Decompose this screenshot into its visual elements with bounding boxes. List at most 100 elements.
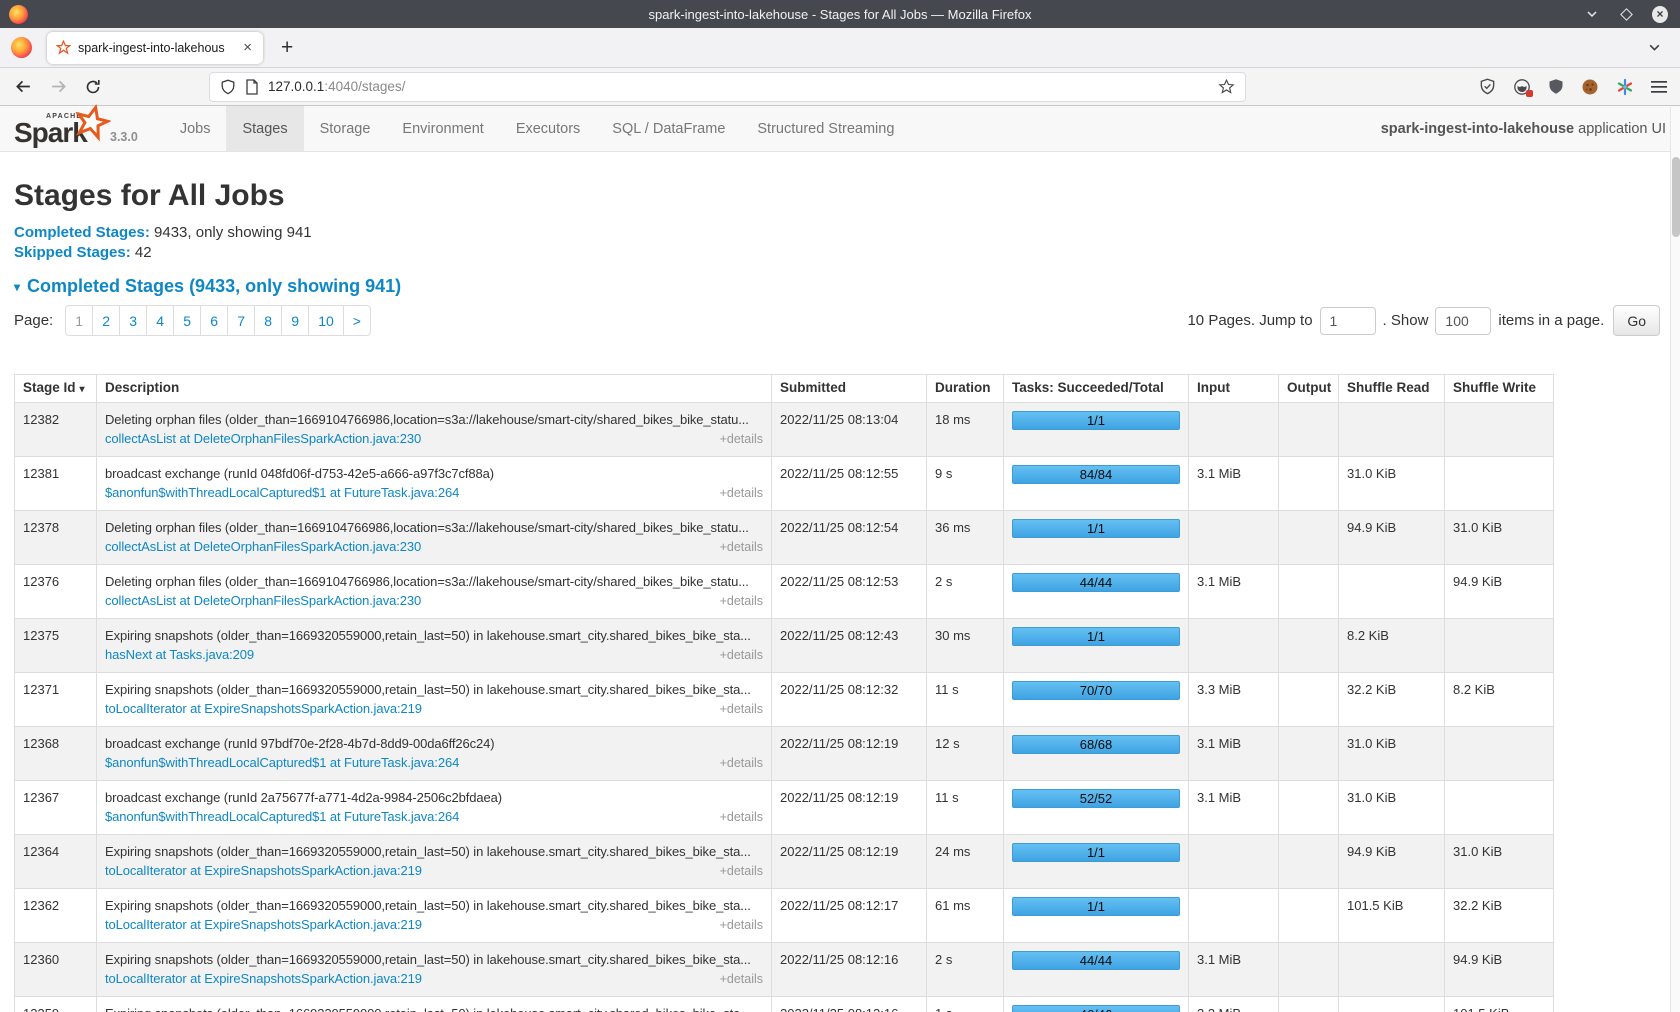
page-button-4[interactable]: 4 xyxy=(146,305,174,336)
tab-close-icon[interactable]: × xyxy=(241,39,254,56)
column-header-tasks-succeeded-total[interactable]: Tasks: Succeeded/Total xyxy=(1004,375,1189,403)
page-button-3[interactable]: 3 xyxy=(119,305,147,336)
details-toggle[interactable]: +details xyxy=(720,970,763,989)
go-button[interactable]: Go xyxy=(1613,305,1660,336)
mask-extension-icon[interactable] xyxy=(1513,78,1531,96)
new-tab-button[interactable]: + xyxy=(281,36,293,60)
page-button-9[interactable]: 9 xyxy=(281,305,309,336)
column-header-description[interactable]: Description xyxy=(97,375,772,403)
nav-tab-sql-dataframe[interactable]: SQL / DataFrame xyxy=(596,106,741,151)
column-header-output[interactable]: Output xyxy=(1279,375,1339,403)
nav-tab-storage[interactable]: Storage xyxy=(304,106,387,151)
page-button-8[interactable]: 8 xyxy=(254,305,282,336)
description-cell: Expiring snapshots (older_than=166932055… xyxy=(97,835,772,889)
bookmark-star-icon[interactable] xyxy=(1218,78,1235,95)
page-button-7[interactable]: 7 xyxy=(227,305,255,336)
stage-row-12368: 12368broadcast exchange (runId 97bdf70e-… xyxy=(15,727,1554,781)
nav-tab-stages[interactable]: Stages xyxy=(226,106,303,151)
details-toggle[interactable]: +details xyxy=(720,862,763,881)
details-toggle[interactable]: +details xyxy=(720,754,763,773)
forward-button[interactable] xyxy=(50,78,67,95)
stage-detail-link[interactable]: toLocalIterator at ExpireSnapshotsSparkA… xyxy=(105,915,422,934)
shield-permissions-icon[interactable] xyxy=(220,79,236,95)
details-toggle[interactable]: +details xyxy=(720,808,763,827)
list-all-tabs-button[interactable] xyxy=(1647,40,1662,55)
column-header-shuffle-write[interactable]: Shuffle Write xyxy=(1445,375,1554,403)
shuffle-read-cell: 32.2 KiB xyxy=(1339,673,1445,727)
back-button[interactable] xyxy=(15,78,32,95)
skipped-stages-link[interactable]: Skipped Stages: xyxy=(14,244,131,261)
hamburger-menu-icon[interactable] xyxy=(1651,80,1667,94)
tasks-progress-cell: 68/68 xyxy=(1004,727,1189,781)
window-close-button[interactable]: × xyxy=(1652,6,1668,22)
nav-tab-environment[interactable]: Environment xyxy=(386,106,499,151)
column-header-duration[interactable]: Duration xyxy=(927,375,1004,403)
column-header-input[interactable]: Input xyxy=(1189,375,1279,403)
pagination-controls: Page: 12345678910> 10 Pages. Jump to . S… xyxy=(14,305,1666,336)
details-toggle[interactable]: +details xyxy=(720,916,763,935)
show-count-input[interactable] xyxy=(1435,307,1491,335)
stage-detail-link[interactable]: toLocalIterator at ExpireSnapshotsSparkA… xyxy=(105,861,422,880)
table-body: 12382Deleting orphan files (older_than=1… xyxy=(15,403,1554,1012)
stage-detail-link[interactable]: hasNext at Tasks.java:209 xyxy=(105,645,254,664)
table-header-row: Stage Id▾DescriptionSubmittedDurationTas… xyxy=(15,375,1554,403)
nav-tab-jobs[interactable]: Jobs xyxy=(164,106,227,151)
shuffle-write-cell: 32.2 KiB xyxy=(1445,889,1554,943)
reload-button[interactable] xyxy=(85,79,101,95)
details-toggle[interactable]: +details xyxy=(720,430,763,449)
details-toggle[interactable]: +details xyxy=(720,646,763,665)
column-header-submitted[interactable]: Submitted xyxy=(772,375,927,403)
stage-description-text: Expiring snapshots (older_than=166932055… xyxy=(105,950,763,969)
page-button-2[interactable]: 2 xyxy=(92,305,120,336)
jump-to-input[interactable] xyxy=(1320,307,1376,335)
stage-detail-link[interactable]: collectAsList at DeleteOrphanFilesSparkA… xyxy=(105,429,421,448)
stage-description-text: Deleting orphan files (older_than=166910… xyxy=(105,572,763,591)
details-toggle[interactable]: +details xyxy=(720,484,763,503)
scrollbar-thumb[interactable] xyxy=(1672,157,1680,237)
shield-check-extension-icon[interactable] xyxy=(1479,78,1496,95)
input-cell: 3.1 MiB xyxy=(1189,565,1279,619)
column-header-stage-id[interactable]: Stage Id▾ xyxy=(15,375,97,403)
page-info-icon[interactable] xyxy=(245,79,259,95)
spark-logo[interactable]: APACHE Spark xyxy=(14,106,106,151)
stage-detail-link[interactable]: collectAsList at DeleteOrphanFilesSparkA… xyxy=(105,591,421,610)
stage-detail-link[interactable]: $anonfun$withThreadLocalCaptured$1 at Fu… xyxy=(105,483,459,502)
window-maximize-button[interactable] xyxy=(1618,6,1634,22)
maximize-diamond-icon xyxy=(1620,8,1633,21)
url-path: :4040/stages/ xyxy=(324,79,405,94)
page-button-6[interactable]: 6 xyxy=(200,305,228,336)
tasks-progress-bar: 1/1 xyxy=(1012,843,1180,862)
asterisk-extension-icon[interactable] xyxy=(1616,78,1634,96)
output-cell xyxy=(1279,673,1339,727)
details-toggle[interactable]: +details xyxy=(720,592,763,611)
input-cell: 3.1 MiB xyxy=(1189,727,1279,781)
nav-tab-executors[interactable]: Executors xyxy=(500,106,596,151)
stage-description-text: broadcast exchange (runId 2a75677f-a771-… xyxy=(105,788,763,807)
cookie-extension-icon[interactable] xyxy=(1581,78,1599,96)
tasks-progress-bar: 1/1 xyxy=(1012,627,1180,646)
page-button-10[interactable]: 10 xyxy=(308,305,344,336)
completed-stages-link[interactable]: Completed Stages: xyxy=(14,224,150,241)
next-page-button[interactable]: > xyxy=(343,305,371,336)
completed-stages-section-header[interactable]: ▾ Completed Stages (9433, only showing 9… xyxy=(14,276,1666,297)
stage-detail-link[interactable]: toLocalIterator at ExpireSnapshotsSparkA… xyxy=(105,699,422,718)
column-header-shuffle-read[interactable]: Shuffle Read xyxy=(1339,375,1445,403)
details-toggle[interactable]: +details xyxy=(720,700,763,719)
page-button-5[interactable]: 5 xyxy=(173,305,201,336)
stage-row-12371: 12371Expiring snapshots (older_than=1669… xyxy=(15,673,1554,727)
shuffle-write-cell: 101.5 KiB xyxy=(1445,997,1554,1012)
nav-tab-structured-streaming[interactable]: Structured Streaming xyxy=(741,106,910,151)
stage-detail-link[interactable]: toLocalIterator at ExpireSnapshotsSparkA… xyxy=(105,969,422,988)
stage-detail-link[interactable]: $anonfun$withThreadLocalCaptured$1 at Fu… xyxy=(105,807,459,826)
input-cell: 3.3 MiB xyxy=(1189,673,1279,727)
ublock-extension-icon[interactable] xyxy=(1548,78,1564,95)
stage-id-cell: 12368 xyxy=(15,727,97,781)
url-bar[interactable]: 127.0.0.1:4040/stages/ xyxy=(209,72,1246,102)
page-scrollbar[interactable] xyxy=(1670,107,1680,1012)
page-button-1[interactable]: 1 xyxy=(65,305,93,336)
window-minimize-button[interactable] xyxy=(1584,6,1600,22)
browser-tab[interactable]: spark-ingest-into-lakehous × xyxy=(47,32,263,64)
stage-detail-link[interactable]: collectAsList at DeleteOrphanFilesSparkA… xyxy=(105,537,421,556)
details-toggle[interactable]: +details xyxy=(720,538,763,557)
stage-detail-link[interactable]: $anonfun$withThreadLocalCaptured$1 at Fu… xyxy=(105,753,459,772)
